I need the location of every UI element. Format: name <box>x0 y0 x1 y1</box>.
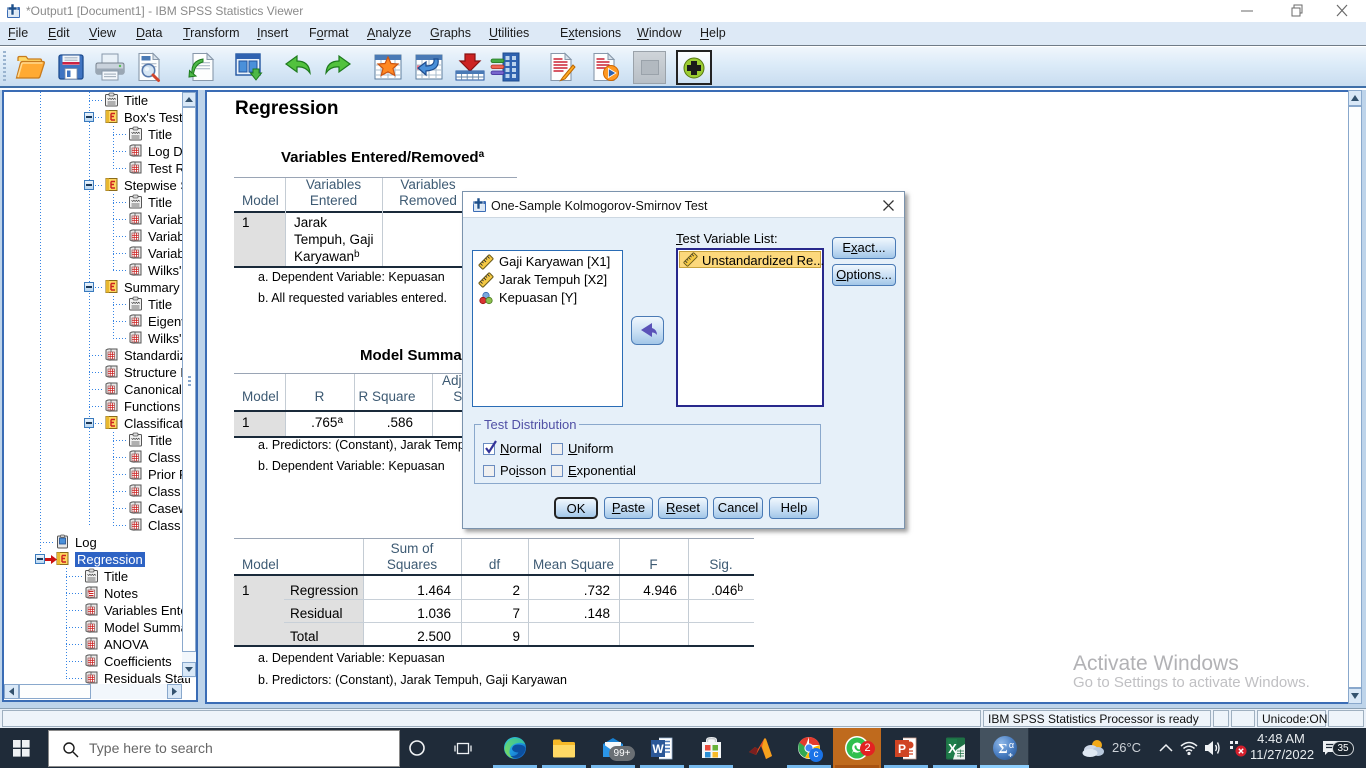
svg-text:W: W <box>652 742 664 756</box>
svg-text:P: P <box>898 742 906 756</box>
svg-text:X: X <box>948 741 957 756</box>
svg-text:α: α <box>1009 740 1014 750</box>
svg-text:Σ: Σ <box>998 742 1007 757</box>
